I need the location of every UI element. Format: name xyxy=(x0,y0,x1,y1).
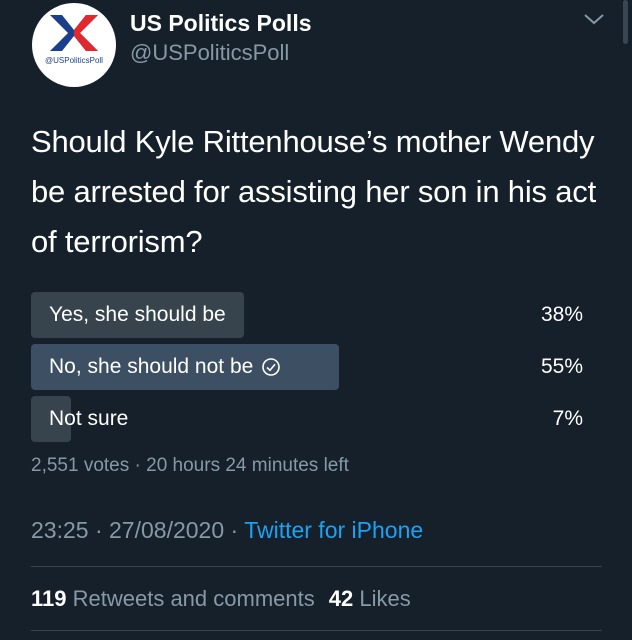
retweets-label: Retweets and comments xyxy=(72,586,315,611)
poll-option-label: Not sure xyxy=(49,407,129,430)
retweets-count: 119 xyxy=(31,586,67,611)
time-left: 20 hours 24 minutes left xyxy=(146,455,349,476)
avatar-handle-text: @USPoliticsPoll xyxy=(45,56,103,65)
scrollbar[interactable] xyxy=(623,0,628,44)
likes-stat[interactable]: 42 Likes xyxy=(329,586,411,611)
poll-option-percent: 55% xyxy=(540,355,583,378)
separator: · xyxy=(94,517,103,543)
poll: Yes, she should be 38% No, she should no… xyxy=(31,292,591,448)
poll-option-percent: 38% xyxy=(540,303,583,326)
chevron-down-icon[interactable] xyxy=(583,12,605,26)
tweet-time[interactable]: 23:25 xyxy=(31,517,89,543)
tweet-timestamp: 23:25 · 27/08/2020 · Twitter for iPhone xyxy=(31,517,423,544)
tweet-stats: 119 Retweets and comments 42 Likes xyxy=(31,586,411,612)
poll-option[interactable]: Not sure 7% xyxy=(31,396,591,442)
likes-label: Likes xyxy=(359,586,411,611)
display-name[interactable]: US Politics Polls xyxy=(130,10,312,37)
tweet-text: Should Kyle Rittenhouse’s mother Wendy b… xyxy=(31,124,596,259)
check-circle-icon xyxy=(262,358,281,376)
divider xyxy=(31,566,602,567)
us-politics-logo-icon xyxy=(50,15,98,51)
tweet-source-link[interactable]: Twitter for iPhone xyxy=(244,517,423,543)
poll-summary: 2,551 votes · 20 hours 24 minutes left xyxy=(31,455,349,477)
vote-count: 2,551 votes xyxy=(31,455,130,476)
user-handle[interactable]: @USPoliticsPoll xyxy=(130,40,289,66)
poll-option-label: No, she should not be xyxy=(49,355,254,378)
poll-option-percent: 7% xyxy=(552,407,583,430)
poll-option[interactable]: Yes, she should be 38% xyxy=(31,292,591,338)
divider xyxy=(31,630,602,631)
poll-option[interactable]: No, she should not be 55% xyxy=(31,344,591,390)
poll-option-label: Yes, she should be xyxy=(49,303,226,326)
tweet-date[interactable]: 27/08/2020 xyxy=(109,517,224,543)
likes-count: 42 xyxy=(328,586,354,611)
separator: · xyxy=(134,455,141,476)
avatar[interactable]: @USPoliticsPoll xyxy=(32,3,116,87)
retweets-stat[interactable]: 119 Retweets and comments xyxy=(31,586,315,611)
separator: · xyxy=(230,517,239,543)
